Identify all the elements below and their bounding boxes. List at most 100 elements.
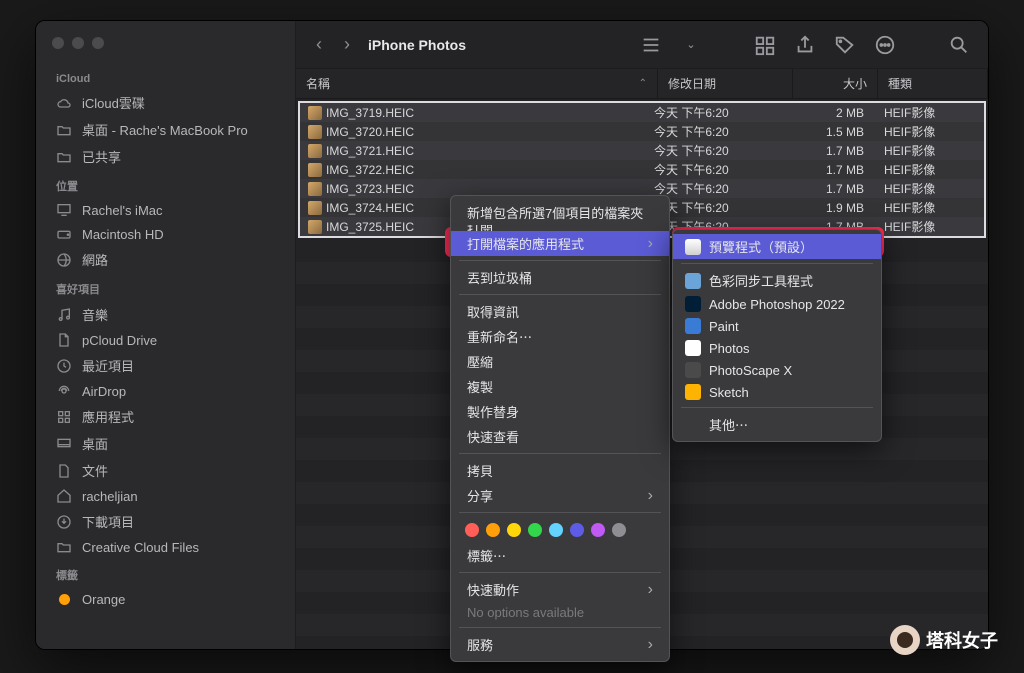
file-thumb-icon: [308, 220, 322, 234]
ctx-rename[interactable]: 重新命名⋯: [451, 324, 669, 349]
folder-icon: [56, 539, 72, 555]
folder-icon: [56, 149, 72, 165]
header-kind[interactable]: 種類: [878, 69, 988, 98]
sidebar-item-label: 桌面 - Rache's MacBook Pro: [82, 120, 248, 139]
file-row[interactable]: IMG_3719.HEIC今天 下午6:202 MBHEIF影像: [300, 103, 984, 122]
sub-app[interactable]: PhotoScape X: [673, 359, 881, 381]
file-name: IMG_3719.HEIC: [326, 106, 654, 120]
header-date[interactable]: 修改日期: [658, 69, 793, 98]
group-icon[interactable]: [752, 34, 778, 56]
tag-swatch[interactable]: [528, 523, 542, 537]
app-label: Adobe Photoshop 2022: [709, 297, 845, 312]
share-icon[interactable]: [792, 34, 818, 56]
separator: [459, 453, 661, 454]
sub-app[interactable]: Photos: [673, 337, 881, 359]
sidebar-item[interactable]: 應用程式: [36, 403, 295, 430]
ctx-trash[interactable]: 丟到垃圾桶: [451, 265, 669, 290]
tag-icon: [56, 591, 72, 607]
ctx-open-with[interactable]: 打開檔案的應用程式: [451, 231, 669, 256]
sidebar-item[interactable]: 已共享: [36, 143, 295, 170]
sidebar-item[interactable]: Creative Cloud Files: [36, 535, 295, 559]
view-list-icon[interactable]: [638, 34, 664, 56]
sub-app[interactable]: Paint: [673, 315, 881, 337]
app-label: PhotoScape X: [709, 363, 792, 378]
close-button[interactable]: [52, 37, 64, 49]
ctx-duplicate[interactable]: 複製: [451, 374, 669, 399]
sidebar-item[interactable]: 下載項目: [36, 508, 295, 535]
desktop-icon: [56, 436, 72, 452]
tag-swatch[interactable]: [465, 523, 479, 537]
sidebar-item[interactable]: 最近項目: [36, 352, 295, 379]
ctx-quicklook[interactable]: 快速查看: [451, 424, 669, 449]
tag-swatch[interactable]: [570, 523, 584, 537]
sub-default-preview[interactable]: 預覽程式（預設）: [673, 234, 881, 259]
file-row[interactable]: IMG_3721.HEIC今天 下午6:201.7 MBHEIF影像: [300, 141, 984, 160]
tag-swatch[interactable]: [507, 523, 521, 537]
file-kind: HEIF影像: [874, 180, 984, 197]
column-headers: 名稱⌃ 修改日期 大小 種類: [296, 69, 988, 99]
header-name[interactable]: 名稱⌃: [296, 69, 658, 98]
sub-app[interactable]: Sketch: [673, 381, 881, 403]
sidebar-item[interactable]: 桌面 - Rache's MacBook Pro: [36, 116, 295, 143]
tag-swatch[interactable]: [549, 523, 563, 537]
sidebar-item[interactable]: iCloud雲碟: [36, 89, 295, 116]
file-kind: HEIF影像: [874, 218, 984, 235]
tag-swatch[interactable]: [486, 523, 500, 537]
ctx-copy[interactable]: 拷貝: [451, 458, 669, 483]
ctx-get-info[interactable]: 取得資訊: [451, 299, 669, 324]
ctx-share[interactable]: 分享: [451, 483, 669, 508]
sidebar-item[interactable]: 網路: [36, 246, 295, 273]
sub-app[interactable]: Adobe Photoshop 2022: [673, 293, 881, 315]
file-kind: HEIF影像: [874, 104, 984, 121]
separator: [459, 512, 661, 513]
cloud-icon: [56, 95, 72, 111]
ctx-compress[interactable]: 壓縮: [451, 349, 669, 374]
header-size[interactable]: 大小: [793, 69, 878, 98]
app-label: Sketch: [709, 385, 749, 400]
ctx-tags[interactable]: 標籤⋯: [451, 543, 669, 568]
ctx-no-options: No options available: [451, 602, 669, 623]
tag-icon[interactable]: [832, 34, 858, 56]
sidebar-item[interactable]: 文件: [36, 457, 295, 484]
ctx-quick-actions[interactable]: 快速動作: [451, 577, 669, 602]
sub-other[interactable]: 其他⋯: [673, 412, 881, 437]
sub-app[interactable]: 色彩同步工具程式: [673, 268, 881, 293]
sidebar-item[interactable]: racheljian: [36, 484, 295, 508]
ctx-services[interactable]: 服務: [451, 632, 669, 657]
sidebar-item[interactable]: Macintosh HD: [36, 222, 295, 246]
sidebar-item[interactable]: 桌面: [36, 430, 295, 457]
minimize-button[interactable]: [72, 37, 84, 49]
app-icon: [685, 296, 701, 312]
separator: [459, 627, 661, 628]
file-name: IMG_3720.HEIC: [326, 125, 654, 139]
app-icon: [685, 318, 701, 334]
more-icon[interactable]: [872, 34, 898, 56]
back-button[interactable]: ‹: [312, 32, 326, 57]
view-chevron-icon[interactable]: ⌄: [678, 34, 704, 56]
file-row[interactable]: IMG_3722.HEIC今天 下午6:201.7 MBHEIF影像: [300, 160, 984, 179]
separator: [459, 260, 661, 261]
file-kind: HEIF影像: [874, 161, 984, 178]
tag-swatch[interactable]: [612, 523, 626, 537]
sidebar-item-label: 文件: [82, 461, 108, 480]
search-icon[interactable]: [946, 34, 972, 56]
separator: [459, 294, 661, 295]
ctx-alias[interactable]: 製作替身: [451, 399, 669, 424]
file-row[interactable]: IMG_3720.HEIC今天 下午6:201.5 MBHEIF影像: [300, 122, 984, 141]
window-controls: [36, 33, 295, 65]
globe-icon: [56, 252, 72, 268]
ctx-new-folder[interactable]: 新增包含所選7個項目的檔案夾: [451, 200, 669, 225]
sidebar-item-label: AirDrop: [82, 384, 126, 399]
sidebar-item[interactable]: AirDrop: [36, 379, 295, 403]
sidebar-item[interactable]: Orange: [36, 587, 295, 611]
toolbar: ‹ › iPhone Photos ⌄: [296, 21, 988, 69]
watermark-logo: [890, 625, 920, 655]
zoom-button[interactable]: [92, 37, 104, 49]
music-icon: [56, 307, 72, 323]
sidebar-item[interactable]: pCloud Drive: [36, 328, 295, 352]
tag-swatch[interactable]: [591, 523, 605, 537]
file-date: 今天 下午6:20: [654, 123, 789, 140]
sidebar-item[interactable]: Rachel's iMac: [36, 198, 295, 222]
forward-button[interactable]: ›: [340, 32, 354, 57]
sidebar-item[interactable]: 音樂: [36, 301, 295, 328]
